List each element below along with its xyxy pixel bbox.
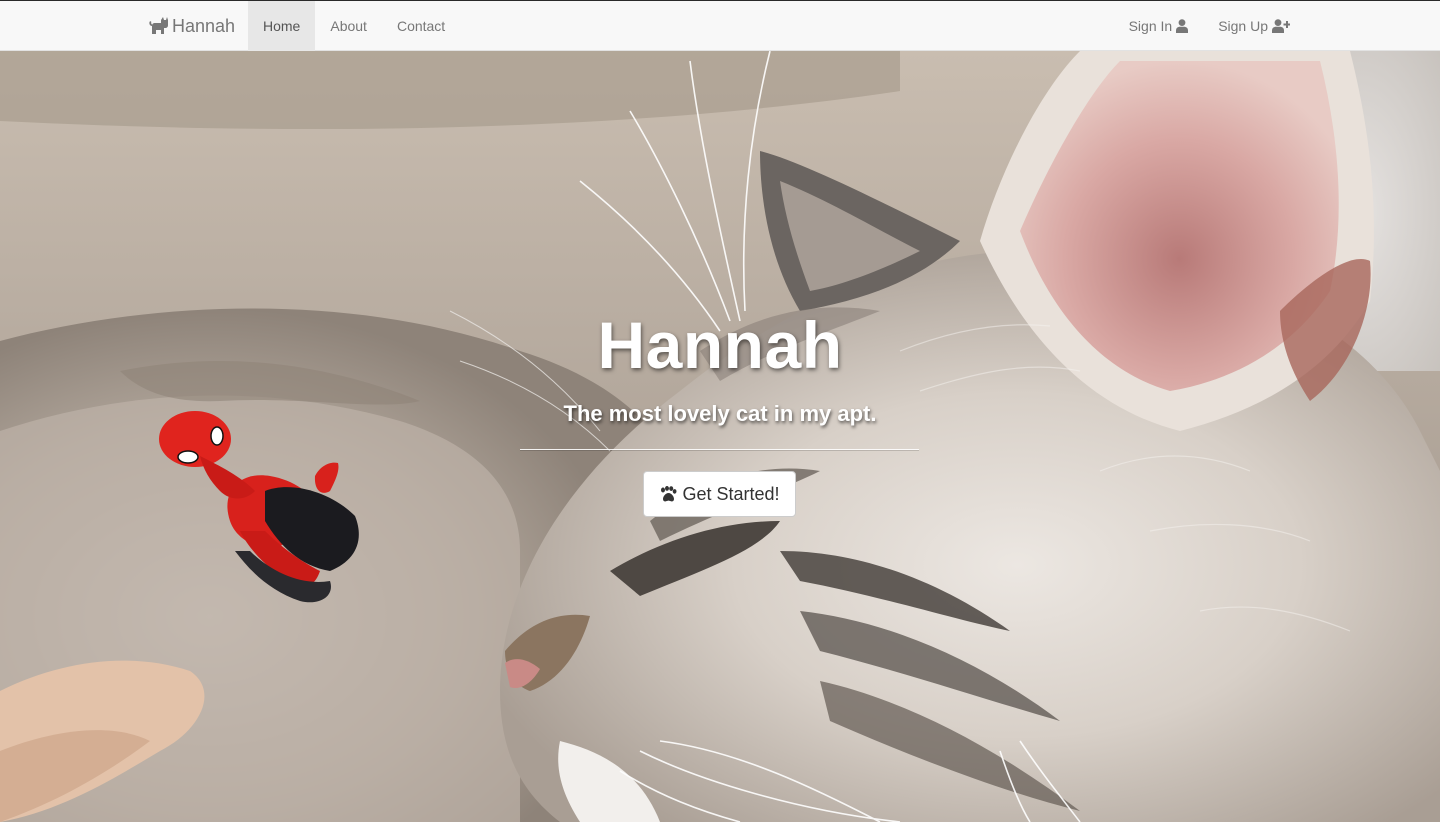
navbar-brand[interactable]: Hannah xyxy=(149,1,235,51)
user-icon xyxy=(1176,19,1189,33)
hero-title: Hannah xyxy=(597,308,843,382)
sign-in-label: Sign In xyxy=(1128,18,1173,34)
nav-item-contact[interactable]: Contact xyxy=(382,1,460,51)
get-started-label: Get Started! xyxy=(682,483,780,504)
paw-icon xyxy=(659,486,677,502)
nav-item-about[interactable]: About xyxy=(315,1,382,51)
cat-icon xyxy=(149,17,169,35)
sign-in-link[interactable]: Sign In xyxy=(1114,1,1204,51)
nav-right-menu: Sign In Sign Up xyxy=(1114,1,1305,51)
sign-up-link[interactable]: Sign Up xyxy=(1203,1,1305,51)
nav-left-menu: Home About Contact xyxy=(248,1,460,51)
hero-subtitle: The most lovely cat in my apt. xyxy=(563,401,877,426)
hero-divider xyxy=(520,449,919,451)
hero-background-photo xyxy=(0,51,1440,822)
page: Hannah Home About Contact Sign In Sign U… xyxy=(0,0,1440,822)
sign-up-label: Sign Up xyxy=(1218,18,1268,34)
user-plus-icon xyxy=(1272,19,1290,33)
get-started-button[interactable]: Get Started! xyxy=(643,471,796,517)
top-navbar: Hannah Home About Contact Sign In Sign U… xyxy=(0,0,1440,51)
brand-label: Hannah xyxy=(172,15,236,36)
nav-item-home[interactable]: Home xyxy=(248,1,316,51)
